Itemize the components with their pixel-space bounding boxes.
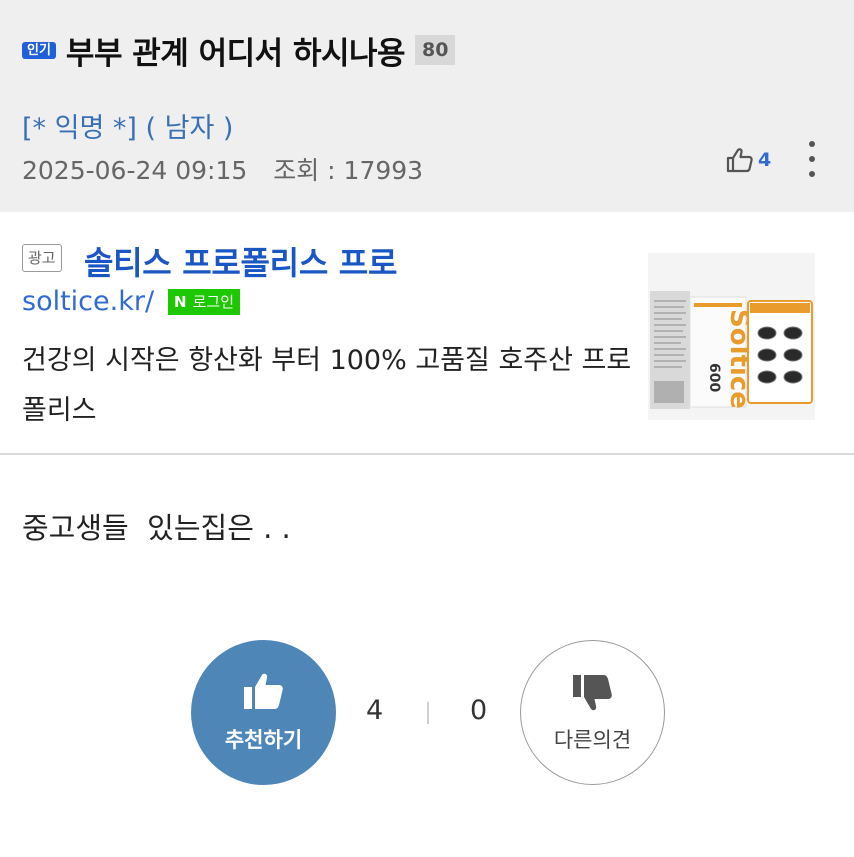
- ad-url[interactable]: soltice.kr/: [22, 286, 154, 317]
- post-body: 중고생들 있는집은 . .: [22, 511, 291, 545]
- post-header: 인기 부부 관계 어디서 하시나용 80 [* 익명 *] ( 남자 ) 202…: [0, 0, 854, 212]
- like-count: 4: [758, 149, 772, 171]
- naver-login-label: 로그인: [192, 293, 235, 311]
- thumbs-down-icon: [571, 672, 615, 716]
- ad-product-image[interactable]: Soltice 600: [648, 253, 815, 420]
- oppose-label: 다른의견: [553, 727, 632, 752]
- author-name[interactable]: [* 익명 *] ( 남자 ): [22, 106, 233, 145]
- post-meta: 2025-06-24 09:15 조회 : 17993: [22, 151, 423, 187]
- ad-banner[interactable]: 광고 솔티스 프로폴리스 프로 soltice.kr/ N 로그인 건강의 시작…: [0, 212, 854, 455]
- recommend-button[interactable]: 추천하기: [191, 640, 336, 785]
- title-row: 인기 부부 관계 어디서 하시나용 80: [22, 30, 456, 72]
- thumbs-up-outline-icon: [726, 147, 754, 173]
- recommend-label: 추천하기: [224, 727, 303, 752]
- naver-n-icon: N: [174, 292, 187, 311]
- more-vertical-icon[interactable]: [800, 138, 824, 180]
- ad-description: 건강의 시작은 항산화 부터 100% 고품질 호주산 프로폴리스: [22, 345, 632, 426]
- product-dose-text: 600: [706, 363, 722, 392]
- comment-count-badge[interactable]: 80: [415, 35, 456, 65]
- view-count: 조회 : 17993: [273, 156, 424, 185]
- oppose-button[interactable]: 다른의견: [520, 640, 665, 785]
- recommend-count: 4: [366, 695, 384, 726]
- ad-label: 광고: [22, 244, 62, 272]
- ad-headline[interactable]: 솔티스 프로폴리스 프로: [84, 238, 397, 284]
- naver-login-badge: N 로그인: [168, 288, 241, 315]
- thumbs-up-icon: [242, 672, 286, 716]
- ad-url-row: soltice.kr/ N 로그인: [22, 286, 241, 317]
- post-title: 부부 관계 어디서 하시나용: [65, 35, 406, 72]
- oppose-count: 0: [470, 695, 488, 726]
- like-indicator[interactable]: 4: [726, 146, 771, 174]
- post-datetime: 2025-06-24 09:15: [22, 156, 248, 185]
- vote-divider: [427, 702, 429, 724]
- hot-badge: 인기: [22, 41, 56, 59]
